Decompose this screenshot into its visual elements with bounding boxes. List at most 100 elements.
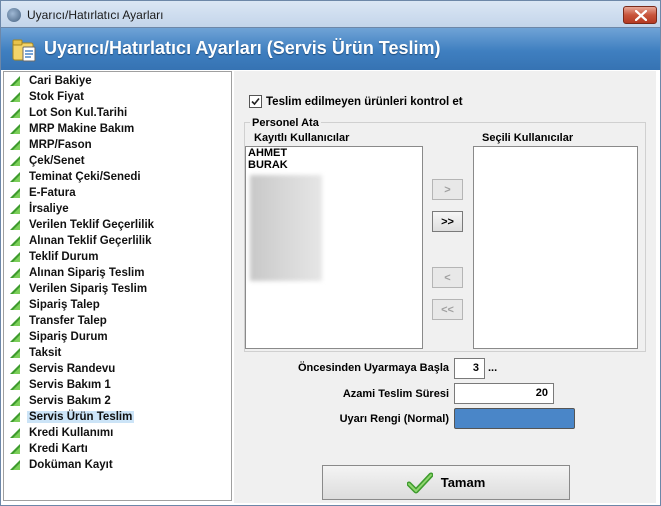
warn-color-label: Uyarı Rengi (Normal): [339, 413, 449, 425]
sidebar-item[interactable]: Servis Ürün Teslim: [4, 409, 231, 425]
sidebar-item[interactable]: Alınan Teklif Geçerlilik: [4, 233, 231, 249]
close-button[interactable]: [623, 6, 657, 24]
ok-button[interactable]: Tamam: [322, 465, 570, 500]
sidebar-item-label: Verilen Sipariş Teslim: [29, 283, 148, 295]
sidebar-item[interactable]: Verilen Teklif Geçerlilik: [4, 217, 231, 233]
sidebar-item-label: Stok Fiyat: [29, 91, 84, 103]
list-triangle-icon: [10, 348, 20, 358]
sidebar-item-label: Kredi Kullanımı: [29, 427, 114, 439]
list-triangle-icon: [10, 220, 20, 230]
selected-users-title: Seçili Kullanıcılar: [482, 132, 574, 144]
sidebar-item[interactable]: Servis Randevu: [4, 361, 231, 377]
warn-before-more-button[interactable]: ...: [488, 362, 497, 374]
sidebar-item-label: Alınan Sipariş Teslim: [29, 267, 145, 279]
list-triangle-icon: [10, 204, 20, 214]
list-triangle-icon: [10, 460, 20, 470]
warn-color-picker[interactable]: [454, 408, 575, 429]
redacted-users: [250, 175, 322, 281]
list-triangle-icon: [10, 92, 20, 102]
header-banner: Uyarıcı/Hatırlatıcı Ayarları (Servis Ürü…: [0, 28, 661, 70]
footer: Tamam: [234, 461, 656, 503]
sidebar-item-label: İrsaliye: [29, 203, 69, 215]
settings-panel: Teslim edilmeyen ürünleri kontrol et Per…: [234, 71, 656, 461]
list-triangle-icon: [10, 252, 20, 262]
sidebar-item[interactable]: MRP/Fason: [4, 137, 231, 153]
sidebar-item[interactable]: Kredi Kullanımı: [4, 425, 231, 441]
sidebar-item-label: Servis Ürün Teslim: [27, 411, 135, 423]
max-delivery-label: Azami Teslim Süresi: [342, 388, 449, 400]
sidebar-item-label: MRP Makine Bakım: [29, 123, 135, 135]
sidebar-item-label: MRP/Fason: [29, 139, 92, 151]
list-item[interactable]: BURAK: [246, 159, 422, 171]
sidebar-item[interactable]: İrsaliye: [4, 201, 231, 217]
sidebar-item[interactable]: Alınan Sipariş Teslim: [4, 265, 231, 281]
list-triangle-icon: [10, 188, 20, 198]
registered-users-list[interactable]: AHMET BURAK: [245, 146, 423, 349]
sidebar-item[interactable]: Teklif Durum: [4, 249, 231, 265]
window-title: Uyarıcı/Hatırlatıcı Ayarları: [27, 8, 164, 22]
list-triangle-icon: [10, 396, 20, 406]
sidebar-item-label: Kredi Kartı: [29, 443, 88, 455]
list-triangle-icon: [10, 76, 20, 86]
warn-before-input[interactable]: 3: [454, 358, 485, 379]
warn-before-label: Öncesinden Uyarmaya Başla: [297, 362, 449, 374]
list-triangle-icon: [10, 268, 20, 278]
sidebar-item[interactable]: Verilen Sipariş Teslim: [4, 281, 231, 297]
sidebar-item-label: Verilen Teklif Geçerlilik: [29, 219, 155, 231]
app-icon: [7, 8, 21, 22]
list-item[interactable]: AHMET: [246, 147, 422, 159]
list-triangle-icon: [10, 316, 20, 326]
sidebar-item-label: Servis Bakım 1: [29, 379, 111, 391]
sidebar-item[interactable]: Teminat Çeki/Senedi: [4, 169, 231, 185]
sidebar-item[interactable]: Servis Bakım 2: [4, 393, 231, 409]
sidebar-item[interactable]: Kredi Kartı: [4, 441, 231, 457]
list-triangle-icon: [10, 124, 20, 134]
list-triangle-icon: [10, 428, 20, 438]
sidebar-item[interactable]: Lot Son Kul.Tarihi: [4, 105, 231, 121]
sidebar-item-label: Servis Randevu: [29, 363, 116, 375]
remove-all-button[interactable]: <<: [432, 299, 463, 320]
personnel-group-title: Personel Ata: [250, 117, 321, 129]
sidebar-item[interactable]: E-Fatura: [4, 185, 231, 201]
ok-button-label: Tamam: [440, 475, 486, 490]
settings-folder-icon: [12, 39, 36, 62]
sidebar-item-label: Alınan Teklif Geçerlilik: [29, 235, 152, 247]
sidebar-item[interactable]: Sipariş Durum: [4, 329, 231, 345]
page-title: Uyarıcı/Hatırlatıcı Ayarları (Servis Ürü…: [44, 38, 441, 58]
check-undelivered-checkbox[interactable]: [249, 95, 262, 108]
list-triangle-icon: [10, 108, 20, 118]
list-triangle-icon: [10, 284, 20, 294]
list-triangle-icon: [10, 444, 20, 454]
sidebar-item[interactable]: Sipariş Talep: [4, 297, 231, 313]
sidebar-item[interactable]: Transfer Talep: [4, 313, 231, 329]
sidebar-item[interactable]: Taksit: [4, 345, 231, 361]
sidebar-item[interactable]: Cari Bakiye: [4, 73, 231, 89]
list-triangle-icon: [10, 236, 20, 246]
sidebar-item[interactable]: Doküman Kayıt: [4, 457, 231, 473]
sidebar-item-label: Teklif Durum: [29, 251, 99, 263]
sidebar-item-label: Lot Son Kul.Tarihi: [29, 107, 128, 119]
selected-users-list[interactable]: [473, 146, 638, 349]
sidebar-item-label: Taksit: [29, 347, 62, 359]
sidebar-item[interactable]: Servis Bakım 1: [4, 377, 231, 393]
sidebar-item[interactable]: Stok Fiyat: [4, 89, 231, 105]
list-triangle-icon: [10, 172, 20, 182]
sidebar-item[interactable]: MRP Makine Bakım: [4, 121, 231, 137]
sidebar-item-label: Sipariş Talep: [29, 299, 100, 311]
add-one-button[interactable]: >: [432, 179, 463, 200]
sidebar-item-label: E-Fatura: [29, 187, 76, 199]
sidebar-item-label: Teminat Çeki/Senedi: [29, 171, 141, 183]
check-undelivered-row[interactable]: Teslim edilmeyen ürünleri kontrol et: [249, 95, 463, 108]
list-triangle-icon: [10, 364, 20, 374]
registered-users-title: Kayıtlı Kullanıcılar: [254, 132, 350, 144]
list-triangle-icon: [10, 140, 20, 150]
checkmark-icon: [251, 97, 260, 106]
remove-one-button[interactable]: <: [432, 267, 463, 288]
add-all-button[interactable]: >>: [432, 211, 463, 232]
sidebar-item-label: Transfer Talep: [29, 315, 107, 327]
max-delivery-input[interactable]: 20: [454, 383, 554, 404]
sidebar-item-label: Çek/Senet: [29, 155, 85, 167]
alert-type-list[interactable]: Cari Bakiye Stok Fiyat Lot Son Kul.Tarihi M…: [3, 71, 232, 501]
sidebar-item-label: Cari Bakiye: [29, 75, 92, 87]
sidebar-item[interactable]: Çek/Senet: [4, 153, 231, 169]
